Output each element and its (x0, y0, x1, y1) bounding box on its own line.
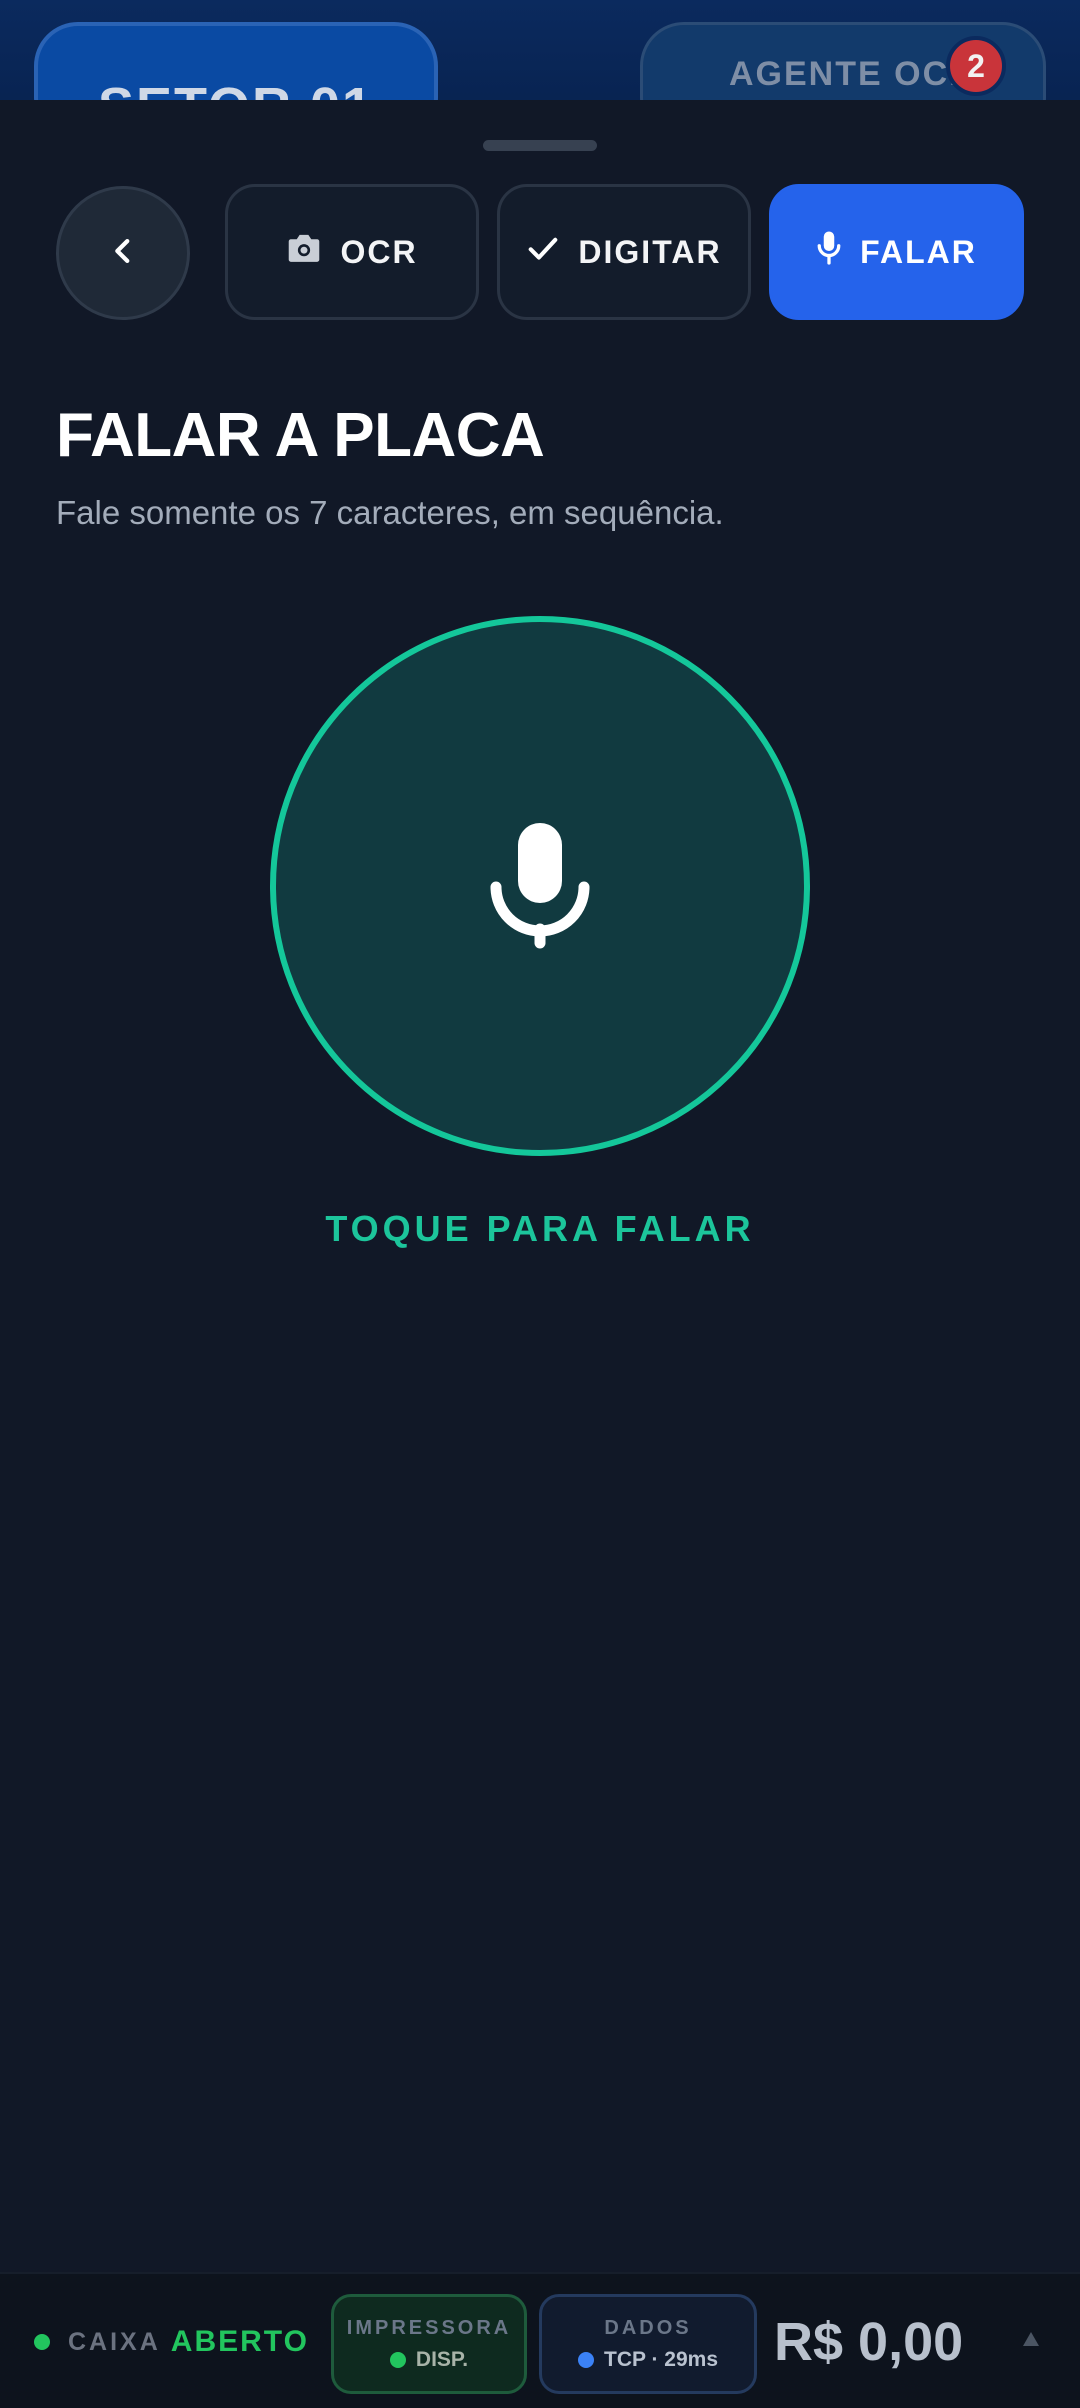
caixa-label: CAIXA (68, 2327, 161, 2356)
printer-value-text: DISP. (415, 2347, 469, 2371)
check-icon (526, 233, 560, 271)
printer-label: IMPRESSORA (346, 2316, 512, 2339)
microphone-icon (490, 819, 590, 954)
status-dot (34, 2334, 50, 2350)
agente-label: AGENTE OCR (729, 55, 976, 93)
total-amount: R$ 0,00 (774, 2312, 964, 2372)
status-dot (389, 2351, 406, 2368)
chevron-left-icon (106, 234, 140, 273)
app-root: SETOR 01 AGENTE OCR 2 OCR DIGITAR (0, 0, 1080, 2408)
back-button[interactable] (56, 186, 190, 320)
triangle-up-icon[interactable] (1020, 2328, 1042, 2350)
mode-digitar-button[interactable]: DIGITAR (497, 184, 751, 320)
mode-falar-label: FALAR (860, 233, 977, 270)
data-value-text: TCP · 29ms (604, 2347, 718, 2371)
microphone-icon (816, 230, 842, 274)
printer-value: DISP. (389, 2347, 469, 2372)
speak-button[interactable] (270, 616, 810, 1156)
mode-ocr-button[interactable]: OCR (225, 184, 479, 320)
printer-status-chip[interactable]: IMPRESSORA DISP. (331, 2294, 527, 2394)
mode-ocr-label: OCR (340, 233, 418, 270)
plate-input-sheet: OCR DIGITAR FALAR FALAR A PLACA Fale som… (0, 100, 1080, 2272)
sheet-grabber[interactable] (483, 140, 597, 151)
notification-badge: 2 (946, 36, 1006, 96)
page-title: FALAR A PLACA (56, 401, 545, 470)
data-label: DADOS (604, 2316, 692, 2339)
page-subtitle: Fale somente os 7 caracteres, em sequênc… (56, 494, 724, 531)
camera-icon (286, 232, 322, 272)
status-dot (578, 2351, 594, 2368)
data-status-chip[interactable]: DADOS TCP · 29ms (539, 2294, 757, 2394)
mode-falar-button[interactable]: FALAR (769, 184, 1024, 320)
data-value: TCP · 29ms (578, 2348, 718, 2372)
mode-digitar-label: DIGITAR (578, 233, 722, 270)
status-bar: CAIXA ABERTO IMPRESSORA DISP. DADOS TCP … (0, 2272, 1080, 2408)
caixa-value: ABERTO (170, 2325, 309, 2358)
caixa-status: CAIXA ABERTO (34, 2274, 309, 2408)
tap-to-speak-hint: TOQUE PARA FALAR (325, 1208, 755, 1249)
